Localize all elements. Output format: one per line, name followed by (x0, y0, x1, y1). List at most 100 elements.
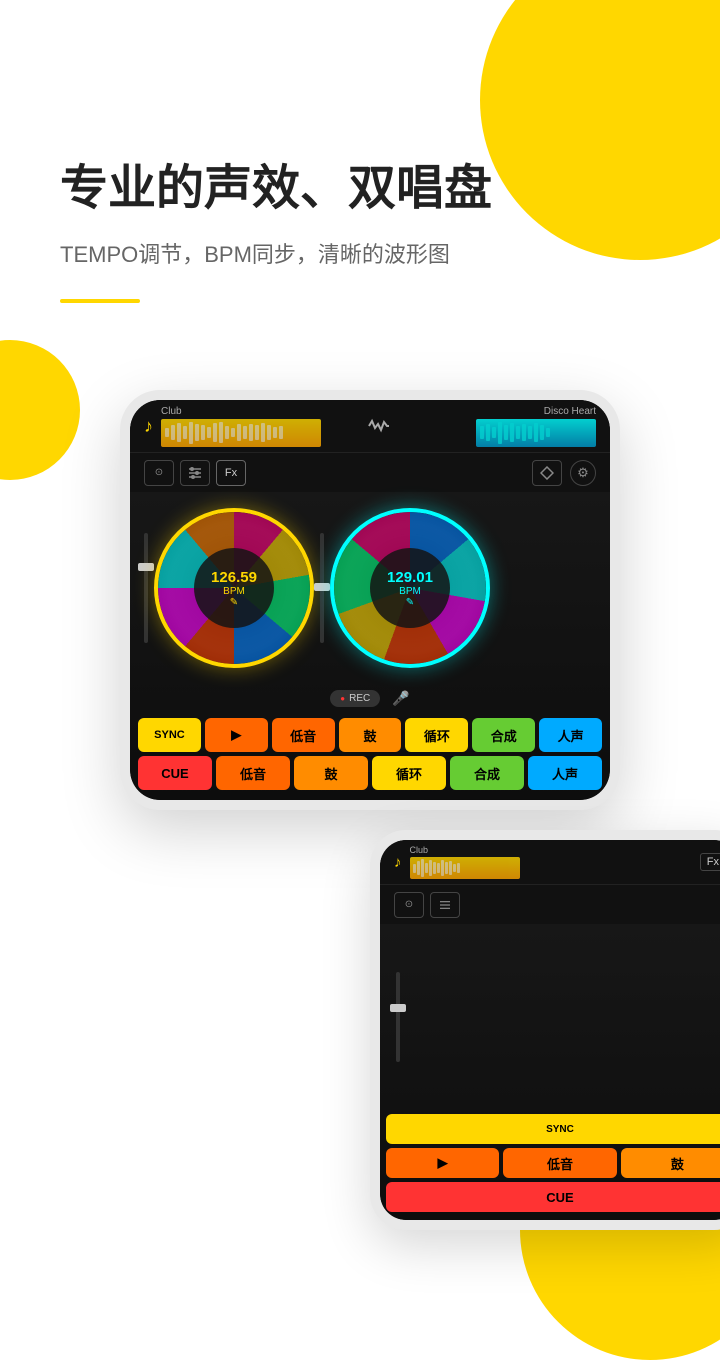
wave-bar (492, 427, 496, 438)
secondary-filter-button[interactable] (430, 892, 460, 918)
wave-bar (534, 423, 538, 442)
secondary-fader-handle[interactable] (390, 1004, 406, 1012)
pad-vocal[interactable]: 人声 (539, 718, 602, 752)
secondary-pads: SYNC ▶ 低音 鼓 CUE (380, 1110, 720, 1220)
wave-bar (273, 427, 277, 438)
pad-loop[interactable]: 循环 (405, 718, 468, 752)
mic-icon[interactable]: 🎤 (392, 690, 409, 707)
pad-cue[interactable]: CUE (138, 756, 212, 790)
secondary-fx-label[interactable]: Fx (700, 853, 720, 871)
wave-bar (516, 426, 520, 439)
phone-side-btn-vol-up (120, 500, 122, 540)
waveform-toggle-button[interactable] (359, 408, 399, 444)
wave-bar (540, 425, 544, 439)
phone-main: ♪ Club (120, 390, 620, 810)
music-note-icon: ♪ (144, 416, 153, 437)
dj-interface-secondary: ♪ Club (380, 840, 720, 1220)
secondary-pads-row-1: SYNC (386, 1114, 720, 1144)
waveform-left (161, 419, 321, 447)
bpm-value-left: 126.59 (211, 569, 257, 586)
settings-button[interactable]: ⚙ (570, 460, 596, 486)
pad-drum[interactable]: 鼓 (339, 718, 402, 752)
wave-bar (528, 426, 532, 438)
wave-bar (255, 425, 259, 439)
wave-bar (171, 425, 175, 440)
pad-vocal-2[interactable]: 人声 (528, 756, 602, 790)
phone-side-btn-power (618, 520, 620, 575)
secondary-pad-drum[interactable]: 鼓 (621, 1148, 720, 1178)
bg-circle-left (0, 340, 80, 480)
wave-bar (231, 428, 235, 437)
wave-bar (207, 427, 211, 438)
phone-side-btn-vol-down (120, 555, 122, 610)
pad-mix-2[interactable]: 合成 (450, 756, 524, 790)
dj-pads: SYNC ▶ 低音 鼓 循环 合成 人声 CUE 低音 鼓 循环 合成 人声 (130, 712, 610, 800)
bpm-edit-left: ✎ (230, 597, 238, 608)
wave-bar (261, 423, 265, 443)
wave-bar (243, 426, 247, 438)
pad-mix[interactable]: 合成 (472, 718, 535, 752)
pad-loop-2[interactable]: 循环 (372, 756, 446, 790)
pad-play[interactable]: ▶ (205, 718, 268, 752)
wave-bar (522, 424, 526, 441)
dj-main-area: 126.59 BPM ✎ 129 (130, 492, 610, 684)
diamond-button[interactable] (532, 460, 562, 486)
pads-row-1: SYNC ▶ 低音 鼓 循环 合成 人声 (138, 718, 602, 752)
turntable-center-right: 129.01 BPM ✎ (370, 548, 450, 628)
wave-bar (201, 425, 205, 440)
track-left-name: Club (161, 406, 353, 417)
rec-indicator: ● (340, 694, 345, 703)
pad-bass-2[interactable]: 低音 (216, 756, 290, 790)
pad-sync[interactable]: SYNC (138, 718, 201, 752)
bpm-value-right: 129.01 (387, 569, 433, 586)
track-right-area: Disco Heart (405, 406, 597, 447)
dj-controls-row: ⊙ Fx (130, 452, 610, 492)
wave-bar (279, 426, 283, 439)
rec-button[interactable]: ● REC (330, 690, 380, 707)
secondary-pad-bass[interactable]: 低音 (503, 1148, 616, 1178)
fader-handle-left[interactable] (138, 563, 154, 571)
main-title: 专业的声效、双唱盘 (60, 160, 660, 218)
pad-drum-2[interactable]: 鼓 (294, 756, 368, 790)
track-right-name: Disco Heart (405, 406, 597, 417)
waveform-right (476, 419, 596, 447)
secondary-pad-sync[interactable]: SYNC (386, 1114, 720, 1144)
eq-button[interactable]: ⊙ (144, 460, 174, 486)
wave-bar (189, 422, 193, 444)
secondary-topbar: ♪ Club (380, 840, 720, 884)
wave-bar (177, 423, 181, 443)
fader-left[interactable] (144, 523, 148, 653)
filter-button[interactable] (180, 460, 210, 486)
fx-button[interactable]: Fx (216, 460, 246, 486)
dj-interface: ♪ Club (130, 400, 610, 800)
wave-bar (225, 426, 229, 439)
turntable-right[interactable]: 129.01 BPM ✎ (330, 508, 490, 668)
secondary-track-area: Club (410, 845, 692, 879)
turntable-center-left: 126.59 BPM ✎ (194, 548, 274, 628)
header-area: 专业的声效、双唱盘 TEMPO调节，BPM同步，清晰的波形图 (60, 160, 660, 303)
secondary-eq-button[interactable]: ⊙ (394, 892, 424, 918)
track-left-area: Club (161, 406, 353, 447)
wave-bar (480, 426, 484, 439)
wave-bar (498, 422, 502, 444)
fader-handle-center[interactable] (314, 583, 330, 591)
wave-bar (510, 423, 514, 443)
wave-bar (183, 426, 187, 439)
bpm-label-right: BPM (399, 586, 421, 597)
turntable-left[interactable]: 126.59 BPM ✎ (154, 508, 314, 668)
wave-bar (219, 422, 223, 443)
secondary-pad-play[interactable]: ▶ (386, 1148, 499, 1178)
fader-center[interactable] (320, 523, 324, 653)
secondary-pads-row-3: CUE (386, 1182, 720, 1212)
pads-row-2: CUE 低音 鼓 循环 合成 人声 (138, 756, 602, 790)
secondary-track-name: Club (410, 845, 692, 855)
secondary-fader[interactable] (396, 952, 400, 1082)
wave-bar (213, 423, 217, 442)
secondary-music-note-icon: ♪ (394, 854, 402, 871)
wave-bar (165, 428, 169, 437)
bpm-edit-right: ✎ (406, 597, 414, 608)
pad-bass[interactable]: 低音 (272, 718, 335, 752)
secondary-pad-cue[interactable]: CUE (386, 1182, 720, 1212)
secondary-pads-row-2: ▶ 低音 鼓 (386, 1148, 720, 1178)
wave-bar (267, 425, 271, 440)
